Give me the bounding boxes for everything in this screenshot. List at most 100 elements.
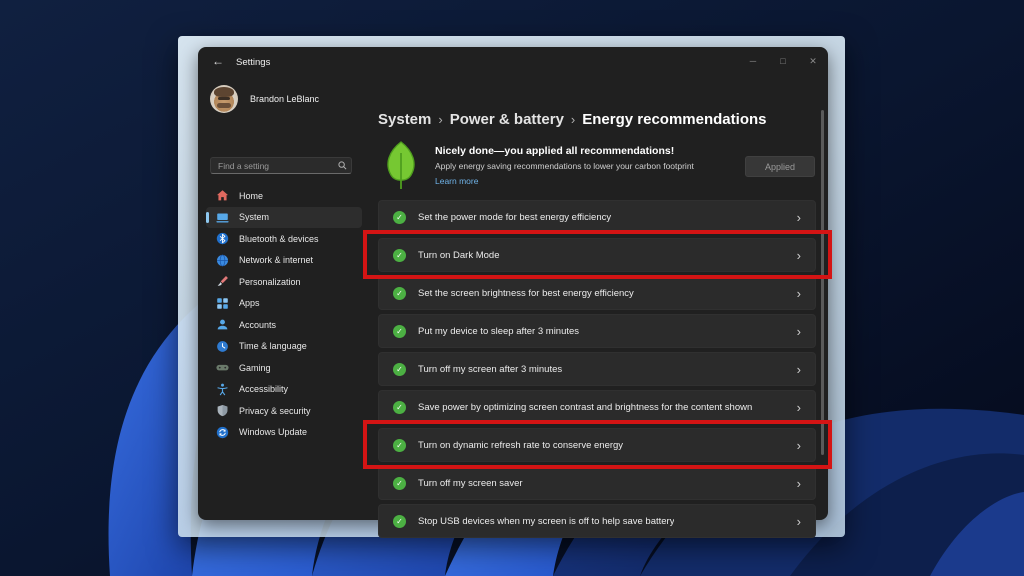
applied-check-icon: ✓ xyxy=(393,439,406,452)
applied-check-icon: ✓ xyxy=(393,363,406,376)
sidebar-item-label: Windows Update xyxy=(239,427,307,437)
account-area[interactable]: Brandon LeBlanc xyxy=(210,85,319,113)
time-language-icon xyxy=(216,340,229,353)
titlebar: ← Settings ─ □ ✕ xyxy=(198,47,828,77)
sidebar-item-label: Apps xyxy=(239,298,260,308)
sidebar-item-accessibility[interactable]: Accessibility xyxy=(206,379,362,401)
privacy-security-icon xyxy=(216,404,229,417)
screenshot-frame: ← Settings ─ □ ✕ Brandon LeBlanc Home Sys… xyxy=(178,36,845,537)
recommendation-label: Turn off my screen saver xyxy=(418,478,523,489)
scrollbar[interactable] xyxy=(821,110,824,455)
recommendation-list: ✓ Set the power mode for best energy effi… xyxy=(378,200,816,542)
chevron-right-icon: › xyxy=(797,363,801,376)
sidebar-item-gaming[interactable]: Gaming xyxy=(206,357,362,379)
recommendation-row[interactable]: ✓ Turn off my screen saver › xyxy=(378,466,816,500)
network-icon xyxy=(216,254,229,267)
applied-check-icon: ✓ xyxy=(393,401,406,414)
scrollbar-thumb[interactable] xyxy=(821,110,824,455)
applied-check-icon: ✓ xyxy=(393,249,406,262)
search-icon xyxy=(335,161,349,170)
recommendation-label: Set the screen brightness for best energ… xyxy=(418,288,634,299)
sidebar-item-label: Personalization xyxy=(239,277,301,287)
recommendation-row[interactable]: ✓ Turn on Dark Mode › xyxy=(378,238,816,272)
recommendation-row[interactable]: ✓ Set the power mode for best energy effi… xyxy=(378,200,816,234)
search-box xyxy=(210,157,352,174)
personalization-icon xyxy=(216,275,229,288)
close-icon[interactable]: ✕ xyxy=(798,47,828,75)
sidebar-item-home[interactable]: Home xyxy=(206,185,362,207)
gaming-icon xyxy=(216,361,229,374)
learn-more-link[interactable]: Learn more xyxy=(435,176,478,186)
recommendation-label: Turn on dynamic refresh rate to conserve… xyxy=(418,440,623,451)
chevron-right-icon: › xyxy=(797,401,801,414)
chevron-right-icon: › xyxy=(797,249,801,262)
chevron-right-icon: › xyxy=(797,211,801,224)
leaf-icon xyxy=(382,141,420,191)
recommendation-label: Put my device to sleep after 3 minutes xyxy=(418,326,579,337)
recommendation-row[interactable]: ✓ Stop USB devices when my screen is off … xyxy=(378,504,816,538)
sidebar: Brandon LeBlanc Home System Bluetooth & de… xyxy=(198,77,370,520)
sidebar-item-apps[interactable]: Apps xyxy=(206,293,362,315)
applied-check-icon: ✓ xyxy=(393,477,406,490)
sidebar-item-time-language[interactable]: Time & language xyxy=(206,336,362,358)
energy-banner: Nicely done—you applied all recommendati… xyxy=(382,141,822,193)
breadcrumb-segment: Energy recommendations xyxy=(582,111,766,128)
sidebar-item-label: Gaming xyxy=(239,363,271,373)
sidebar-item-privacy-security[interactable]: Privacy & security xyxy=(206,400,362,422)
sidebar-item-label: Accounts xyxy=(239,320,276,330)
banner-title: Nicely done—you applied all recommendati… xyxy=(435,145,735,157)
window-controls: ─ □ ✕ xyxy=(738,47,828,75)
maximize-icon[interactable]: □ xyxy=(768,47,798,75)
breadcrumb: System › Power & battery › Energy recommenda… xyxy=(378,111,766,128)
applied-check-icon: ✓ xyxy=(393,325,406,338)
applied-button[interactable]: Applied xyxy=(745,156,815,177)
sidebar-item-personalization[interactable]: Personalization xyxy=(206,271,362,293)
recommendation-row[interactable]: ✓ Turn off my screen after 3 minutes › xyxy=(378,352,816,386)
back-button[interactable]: ← xyxy=(212,54,224,68)
sidebar-item-label: Bluetooth & devices xyxy=(239,234,319,244)
sidebar-item-label: Accessibility xyxy=(239,384,288,394)
main-content: System › Power & battery › Energy recommenda… xyxy=(378,77,828,520)
chevron-right-icon: › xyxy=(797,287,801,300)
recommendation-label: Save power by optimizing screen contrast… xyxy=(418,402,752,413)
windows-update-icon xyxy=(216,426,229,439)
settings-window: ← Settings ─ □ ✕ Brandon LeBlanc Home Sys… xyxy=(198,47,828,520)
sidebar-item-system[interactable]: System xyxy=(206,207,362,229)
applied-check-icon: ✓ xyxy=(393,211,406,224)
recommendation-label: Set the power mode for best energy effic… xyxy=(418,212,611,223)
recommendation-label: Turn off my screen after 3 minutes xyxy=(418,364,562,375)
window-title: Settings xyxy=(236,57,270,68)
minimize-icon[interactable]: ─ xyxy=(738,47,768,75)
recommendation-label: Turn on Dark Mode xyxy=(418,250,500,261)
accessibility-icon xyxy=(216,383,229,396)
chevron-right-icon: › xyxy=(797,439,801,452)
breadcrumb-segment[interactable]: Power & battery xyxy=(450,111,564,128)
sidebar-item-label: Network & internet xyxy=(239,255,313,265)
breadcrumb-segment[interactable]: System xyxy=(378,111,431,128)
bluetooth-icon xyxy=(216,232,229,245)
recommendation-row[interactable]: ✓Set the screen brightness for best ener… xyxy=(378,276,816,310)
sidebar-item-accounts[interactable]: Accounts xyxy=(206,314,362,336)
recommendation-label: Stop USB devices when my screen is off t… xyxy=(418,516,674,527)
sidebar-item-label: Home xyxy=(239,191,263,201)
home-icon xyxy=(216,189,229,202)
recommendation-row[interactable]: ✓ Put my device to sleep after 3 minutes › xyxy=(378,314,816,348)
chevron-right-icon: › xyxy=(797,515,801,528)
recommendation-row[interactable]: ✓ Turn on dynamic refresh rate to conserv… xyxy=(378,428,816,462)
banner-subtitle: Apply energy saving recommendations to l… xyxy=(435,161,735,171)
chevron-right-icon: › xyxy=(797,477,801,490)
sidebar-item-label: Privacy & security xyxy=(239,406,311,416)
account-name: Brandon LeBlanc xyxy=(250,94,319,104)
chevron-right-icon: › xyxy=(797,325,801,338)
sidebar-nav: Home System Bluetooth & devices Network & i… xyxy=(206,185,362,443)
breadcrumb-separator: › xyxy=(438,112,442,127)
sidebar-item-bluetooth-devices[interactable]: Bluetooth & devices xyxy=(206,228,362,250)
sidebar-item-label: System xyxy=(239,212,269,222)
sidebar-item-windows-update[interactable]: Windows Update xyxy=(206,422,362,444)
sidebar-item-network-internet[interactable]: Network & internet xyxy=(206,250,362,272)
breadcrumb-separator: › xyxy=(571,112,575,127)
applied-check-icon: ✓ xyxy=(393,515,406,528)
search-input[interactable] xyxy=(211,161,335,171)
recommendation-row[interactable]: ✓ Save power by optimizing screen contras… xyxy=(378,390,816,424)
accounts-icon xyxy=(216,318,229,331)
